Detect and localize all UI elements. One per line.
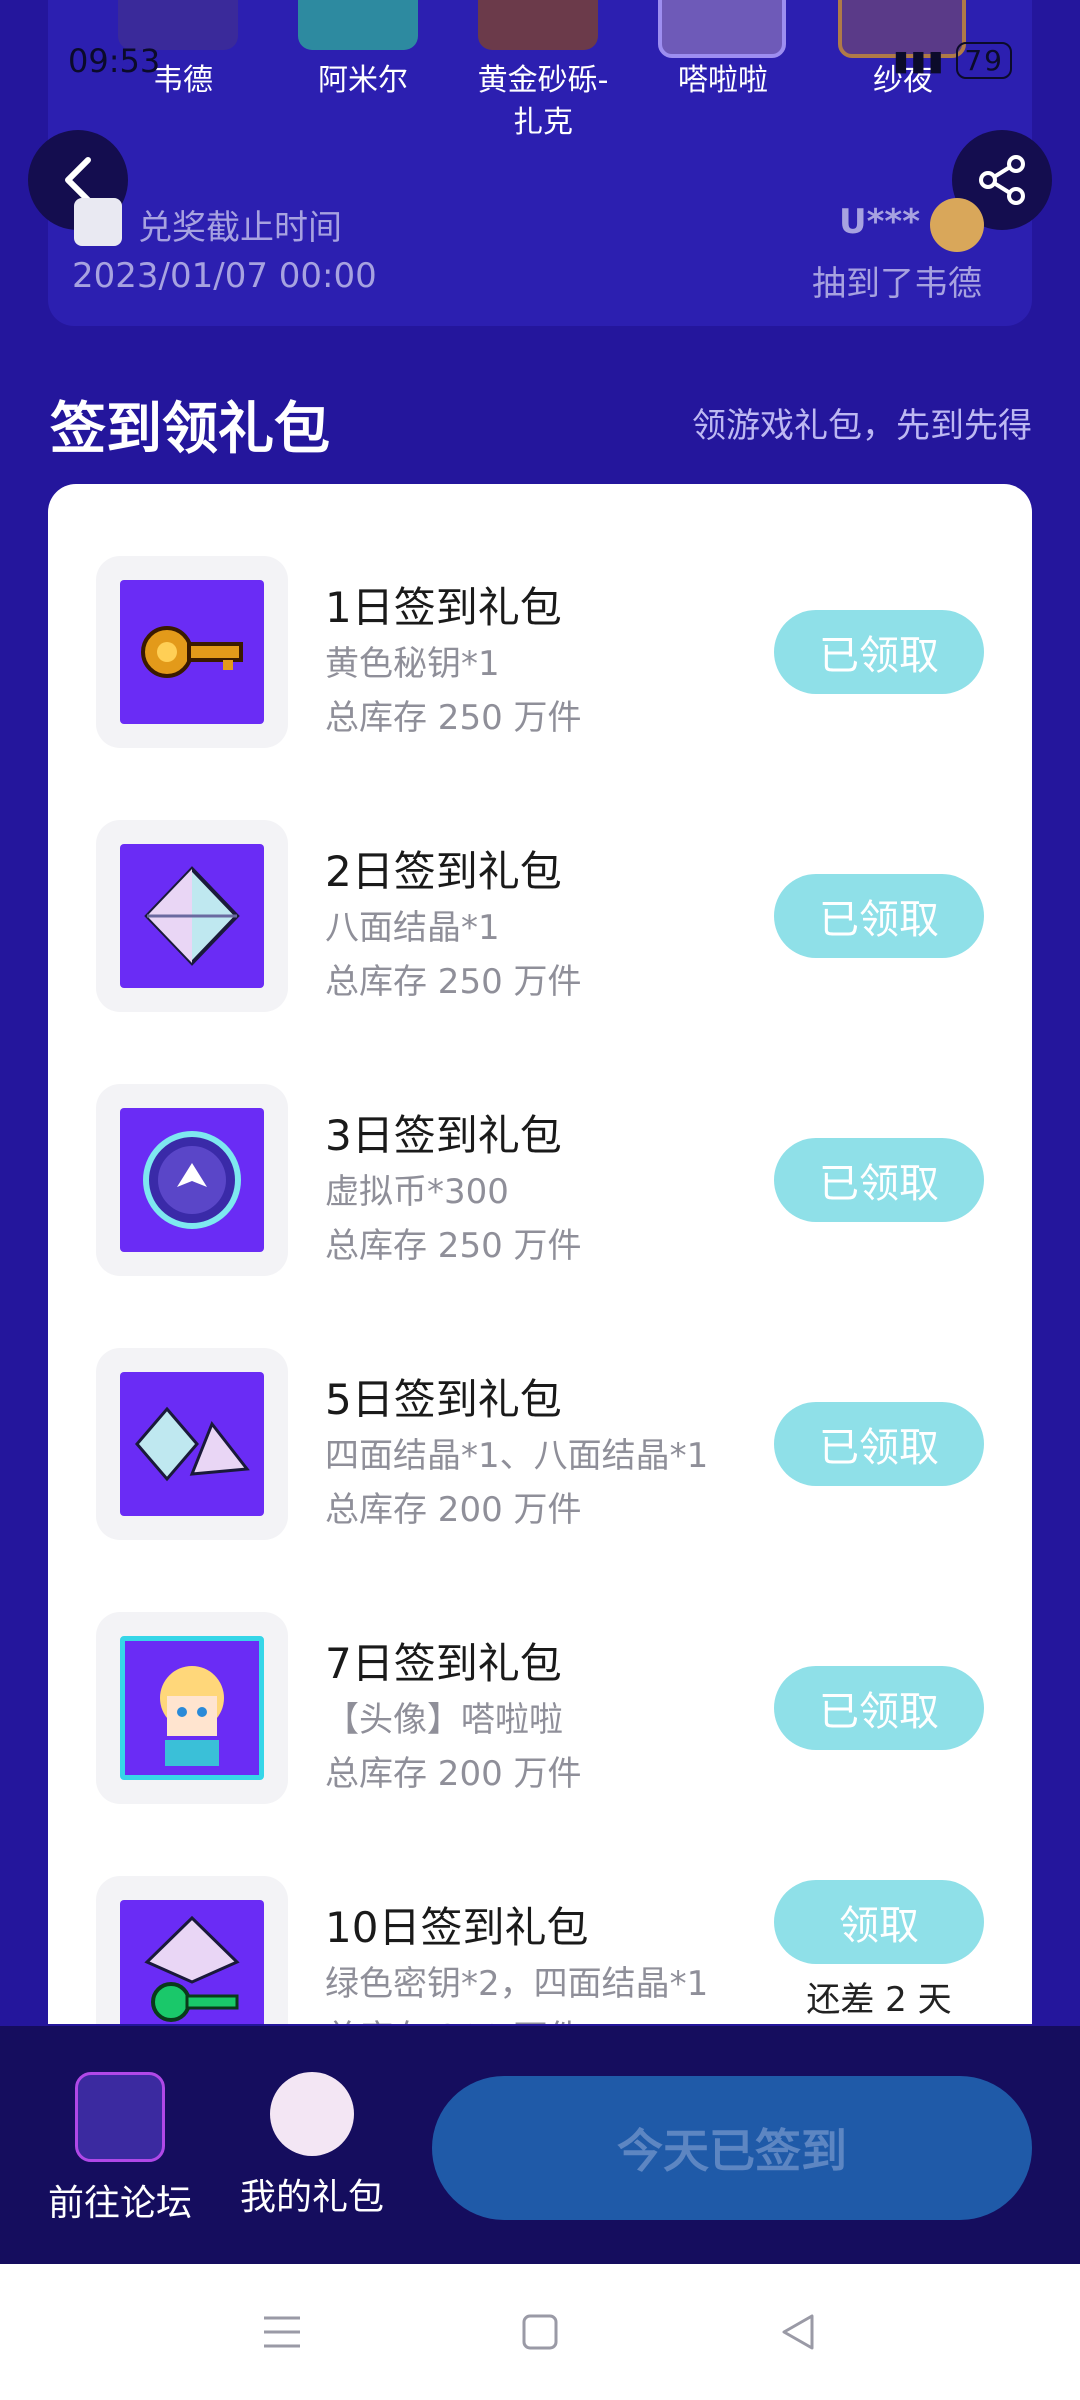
green-key-crystal-icon (144, 1915, 240, 2022)
my-gifts-label: 我的礼包 (240, 2177, 385, 2218)
gift-item: 10日签到礼包 绿色密钥*2，四面结晶*1 总库存 200 万件 领取 还差 2… (48, 1840, 1032, 2024)
claimed-button[interactable]: 已领取 (774, 1666, 984, 1750)
gift-thumbnail (96, 556, 288, 748)
gift-title: 7日签到礼包 (325, 1639, 562, 1688)
menu-button[interactable] (258, 2308, 306, 2356)
winner-text: 抽到了韦德 (812, 264, 982, 304)
home-icon (522, 2314, 558, 2350)
crystals-icon (135, 1406, 250, 1482)
gift-thumbnail (96, 1612, 288, 1804)
bottom-action-bar: 前往论坛 我的礼包 今天已签到 (0, 2026, 1080, 2264)
claimed-button[interactable]: 已领取 (774, 1402, 984, 1486)
character-thumbnail (478, 0, 598, 50)
gift-title: 2日签到礼包 (325, 847, 562, 896)
gift-title: 10日签到礼包 (325, 1903, 589, 1952)
gift-thumbnail (96, 1876, 288, 2024)
forum-label: 前往论坛 (48, 2183, 193, 2224)
signed-today-button[interactable]: 今天已签到 (432, 2076, 1032, 2220)
section-subtitle: 领游戏礼包，先到先得 (692, 406, 1032, 446)
days-remaining: 还差 2 天 (806, 1980, 952, 2020)
gift-list: 1日签到礼包 黄色秘钥*1 总库存 250 万件 已领取 2日签到礼包 八面结晶… (48, 484, 1032, 2024)
gift-item: 5日签到礼包 四面结晶*1、八面结晶*1 总库存 200 万件 已领取 (48, 1312, 1032, 1576)
gift-thumbnail (96, 820, 288, 1012)
section-title: 签到领礼包 (50, 397, 330, 462)
deadline-date: 2023/01/07 00:00 (72, 256, 377, 296)
gift-title: 3日签到礼包 (325, 1111, 562, 1160)
character-thumbnail (658, 0, 786, 58)
forum-icon (75, 2072, 165, 2162)
gift-description: 【头像】嗒啦啦 (325, 1700, 563, 1740)
character-name: 黄金砂砾-扎克 (477, 63, 609, 140)
share-icon (979, 155, 1025, 205)
menu-icon (264, 2316, 300, 2348)
gift-item: 2日签到礼包 八面结晶*1 总库存 250 万件 已领取 (48, 784, 1032, 1048)
claimed-button[interactable]: 已领取 (774, 1138, 984, 1222)
gift-description: 绿色密钥*2，四面结晶*1 (325, 1964, 709, 2004)
virtual-coin-icon (143, 1131, 241, 1229)
winner-avatar (930, 198, 984, 252)
octahedron-crystal-icon (144, 866, 240, 966)
gift-description: 黄色秘钥*1 (325, 644, 500, 684)
home-button[interactable] (516, 2308, 564, 2356)
system-navigation-bar (0, 2264, 1080, 2400)
character-thumbnail (298, 0, 418, 50)
gift-item: 3日签到礼包 虚拟币*300 总库存 250 万件 已领取 (48, 1048, 1032, 1312)
status-time: 09:53 (68, 42, 161, 80)
gift-thumbnail (96, 1348, 288, 1540)
gift-stock: 总库存 250 万件 (325, 962, 582, 1002)
gift-description: 八面结晶*1 (325, 908, 500, 948)
gift-item: 1日签到礼包 黄色秘钥*1 总库存 250 万件 已领取 (48, 520, 1032, 784)
forum-button[interactable]: 前往论坛 (48, 2072, 192, 2226)
signal-icon: ▮▮▮ (893, 44, 946, 77)
claim-button[interactable]: 领取 (774, 1880, 984, 1964)
yellow-key-icon (141, 626, 243, 678)
claimed-button[interactable]: 已领取 (774, 610, 984, 694)
character-name: 嗒啦啦 (678, 63, 768, 98)
status-icons: ▮▮▮ 79 (893, 42, 1012, 79)
gift-item: 7日签到礼包 【头像】嗒啦啦 总库存 200 万件 已领取 (48, 1576, 1032, 1840)
claimed-button[interactable]: 已领取 (774, 874, 984, 958)
calendar-icon (74, 198, 122, 246)
gift-description: 四面结晶*1、八面结晶*1 (325, 1436, 709, 1476)
gift-description: 虚拟币*300 (325, 1172, 509, 1212)
gift-stock: 总库存 200 万件 (325, 2010, 582, 2024)
back-nav-button[interactable] (774, 2308, 822, 2356)
character-name: 阿米尔 (318, 63, 408, 98)
gift-stock: 总库存 250 万件 (325, 1226, 582, 1266)
deadline-label: 兑奖截止时间 (138, 208, 342, 248)
triangle-back-icon (782, 2314, 814, 2350)
gift-title: 5日签到礼包 (325, 1375, 562, 1424)
my-gifts-button[interactable]: 我的礼包 (240, 2072, 384, 2220)
gift-title: 1日签到礼包 (325, 583, 562, 632)
gift-stock: 总库存 200 万件 (325, 1754, 582, 1794)
winner-username: U*** (839, 202, 920, 242)
gift-stock: 总库存 200 万件 (325, 1490, 582, 1530)
avatar-icon (160, 1666, 224, 1766)
gift-thumbnail (96, 1084, 288, 1276)
gift-stock: 总库存 250 万件 (325, 698, 582, 738)
gift-icon (270, 2072, 354, 2156)
battery-icon: 79 (956, 42, 1012, 79)
